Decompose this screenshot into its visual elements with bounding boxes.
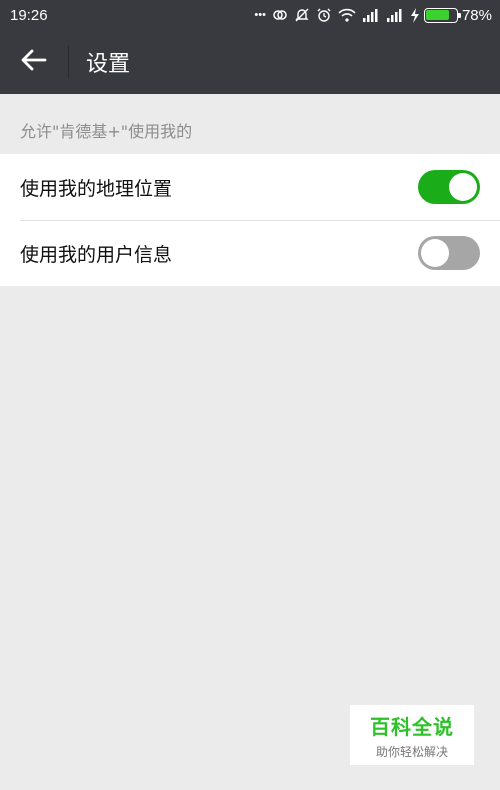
link-icon [272, 7, 288, 23]
battery-percent: 78% [461, 6, 492, 24]
arrow-left-icon [21, 49, 47, 75]
more-dots-icon: ••• [254, 8, 266, 21]
page-title: 设置 [86, 52, 131, 77]
setting-label-location: 使用我的地理位置 [20, 177, 173, 200]
watermark-logo: 百科全说 助你轻松解决 [350, 705, 474, 765]
setting-row-userinfo[interactable]: 使用我的用户信息 [0, 220, 500, 286]
signal-icon [362, 8, 380, 22]
alarm-icon [316, 7, 332, 23]
toggle-knob [421, 239, 449, 267]
signal-icon-2 [386, 8, 404, 22]
battery-indicator: 78% [410, 7, 492, 24]
toggle-knob [449, 173, 477, 201]
header-bar: 设置 [0, 30, 500, 94]
wifi-icon [338, 8, 356, 22]
bell-off-icon [294, 7, 310, 23]
userinfo-toggle[interactable] [418, 236, 480, 270]
settings-list: 使用我的地理位置 使用我的用户信息 [0, 154, 500, 286]
battery-fill [426, 10, 450, 20]
status-bar: 19:26 ••• 78% [0, 0, 500, 30]
charging-icon [410, 7, 420, 23]
setting-row-location[interactable]: 使用我的地理位置 [0, 154, 500, 220]
status-time: 19:26 [10, 6, 48, 24]
status-icons: ••• 78% [254, 7, 492, 24]
location-toggle[interactable] [418, 170, 480, 204]
setting-label-userinfo: 使用我的用户信息 [20, 243, 173, 266]
header-divider [68, 45, 69, 79]
watermark-subtitle: 助你轻松解决 [375, 744, 448, 759]
watermark-title: 百科全说 [370, 714, 454, 739]
section-label: 允许"肯德基+"使用我的 [20, 122, 193, 141]
battery-icon [423, 7, 461, 23]
back-button[interactable] [0, 30, 68, 94]
